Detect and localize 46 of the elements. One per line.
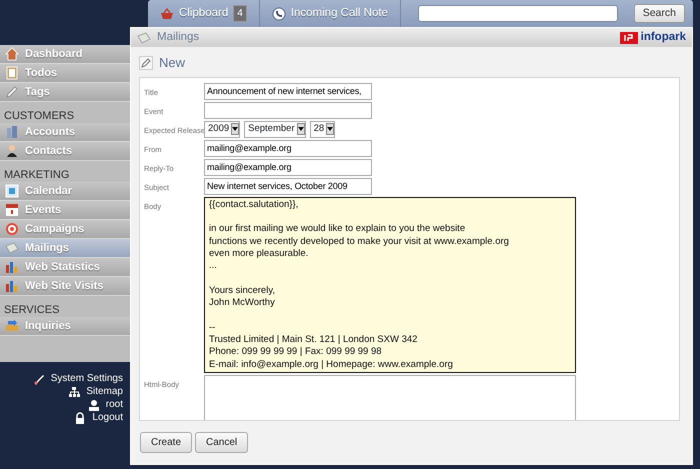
logo-icon: [620, 32, 638, 44]
calendar-icon: [5, 184, 19, 198]
form-button[interactable]: Create: [140, 432, 192, 453]
dialog-title: Mailings: [157, 30, 200, 45]
caret-icon: [326, 123, 334, 136]
person-icon: [5, 144, 19, 158]
form-button[interactable]: Cancel: [195, 432, 248, 453]
bar-chart-icon: [5, 260, 19, 274]
house-icon: [5, 47, 19, 61]
target-icon: [5, 222, 19, 236]
input-field[interactable]: mailing@example.org: [204, 140, 372, 157]
input-field[interactable]: mailing@example.org: [204, 158, 372, 176]
section-heading: SERVICES: [3, 303, 60, 317]
pencil-icon: [5, 85, 19, 99]
tray-icon: [5, 319, 19, 333]
search-field[interactable]: [418, 5, 618, 22]
lock-icon: [74, 412, 86, 424]
input-field[interactable]: [204, 102, 372, 119]
date-select[interactable]: September: [244, 120, 306, 138]
calendar-icon: [5, 203, 19, 217]
envelope-icon: [5, 241, 19, 255]
footer-link[interactable]: Sitemap: [68, 385, 123, 398]
sitemap-icon: [68, 386, 80, 398]
clipboard-icon: [5, 66, 19, 80]
phone-icon: [272, 6, 286, 20]
count-badge: 4: [233, 5, 247, 22]
basket-icon: [160, 8, 174, 20]
person-icon: [88, 398, 100, 410]
input-field[interactable]: New internet services, October 2009: [204, 178, 372, 195]
body-text-field[interactable]: {{contact.salutation}}, in our first mailing we would like to explain to you the website functions we recently developed to make your visit at www.example.org even more pleasurable. ... Yours sincerely, John McWorthy -- Trusted Limited | Main St. 121 | London SXW 342 Phone: 099 99 99 99 | Fax: 099 99 99 98 E-mail: info@example.org | Homepage: www.example.org: [204, 196, 576, 373]
pencil-icon: [139, 56, 153, 70]
search-button[interactable]: Search: [634, 4, 685, 24]
input-field[interactable]: Announcement of new internet services,: [204, 82, 372, 100]
bar-chart-icon: [5, 279, 19, 293]
caret-icon: [296, 123, 305, 136]
section-heading: CUSTOMERS: [3, 109, 76, 123]
date-select[interactable]: 2009: [204, 120, 240, 138]
date-select[interactable]: 28: [310, 120, 336, 138]
caret-icon: [231, 123, 240, 136]
footer-link[interactable]: System Settings: [32, 372, 123, 385]
footer-link[interactable]: Logout: [74, 411, 123, 424]
section-heading: MARKETING: [3, 168, 70, 182]
envelope-icon: [137, 32, 151, 44]
form-heading: New: [159, 54, 186, 72]
logo-text: infopark: [640, 30, 686, 45]
footer-link[interactable]: root: [88, 398, 123, 411]
